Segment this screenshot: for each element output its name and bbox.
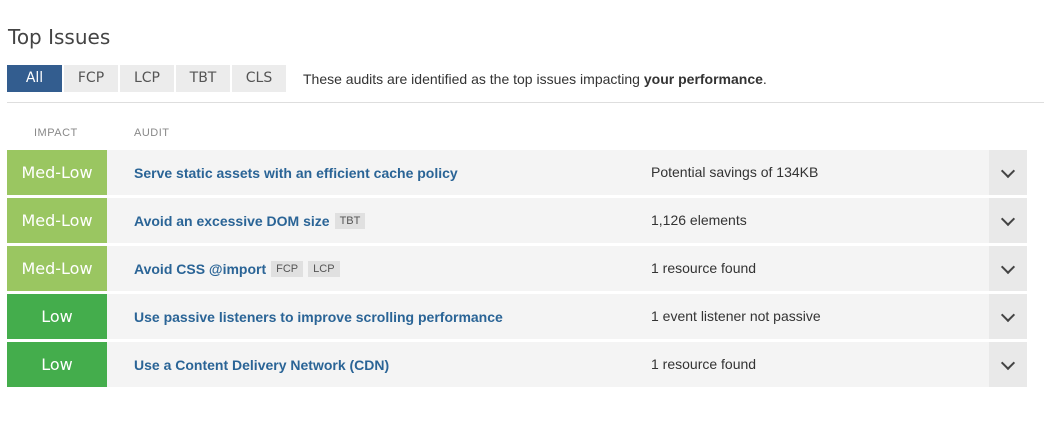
audit-detail: 1,126 elements bbox=[651, 212, 747, 228]
impact-column-header: IMPACT bbox=[34, 127, 78, 139]
table-row[interactable]: Low Use passive listeners to improve scro… bbox=[7, 294, 1027, 339]
divider bbox=[7, 102, 1044, 103]
audit-detail: 1 resource found bbox=[651, 356, 757, 372]
table-row[interactable]: Med-Low Avoid an excessive DOM size TBT 1,1… bbox=[7, 198, 1027, 243]
page-title: Top Issues bbox=[8, 25, 111, 49]
audit-title: Serve static assets with an efficient ca… bbox=[134, 164, 458, 181]
impact-badge: Low bbox=[7, 294, 107, 339]
impact-badge: Med-Low bbox=[7, 246, 107, 291]
chevron-down-icon bbox=[1000, 259, 1016, 274]
impact-badge: Med-Low bbox=[7, 150, 107, 195]
expand-button[interactable] bbox=[989, 150, 1027, 195]
metric-tag: TBT bbox=[334, 212, 366, 229]
metric-tag: FCP bbox=[271, 260, 304, 277]
audit-link[interactable]: Avoid an excessive DOM size TBT bbox=[134, 198, 366, 243]
audit-title: Avoid an excessive DOM size bbox=[134, 212, 330, 229]
expand-button[interactable] bbox=[989, 342, 1027, 387]
expand-button[interactable] bbox=[989, 246, 1027, 291]
audit-title: Use a Content Delivery Network (CDN) bbox=[134, 356, 390, 373]
tab-description-suffix: . bbox=[762, 70, 767, 87]
chevron-down-icon bbox=[1000, 211, 1016, 226]
tab-lcp[interactable]: LCP bbox=[120, 65, 174, 92]
filter-tabs: All FCP LCP TBT CLS These audits are ide… bbox=[7, 65, 767, 92]
audit-title: Use passive listeners to improve scrolli… bbox=[134, 308, 503, 325]
audit-detail: 1 resource found bbox=[651, 260, 757, 276]
expand-button[interactable] bbox=[989, 198, 1027, 243]
tab-tbt[interactable]: TBT bbox=[176, 65, 230, 92]
issues-table: Med-Low Serve static assets with an effic… bbox=[7, 150, 1027, 390]
tab-cls[interactable]: CLS bbox=[232, 65, 286, 92]
audit-column-header: AUDIT bbox=[134, 127, 170, 139]
tab-description: These audits are identified as the top i… bbox=[303, 71, 767, 87]
table-row[interactable]: Med-Low Avoid CSS @import FCP LCP 1 resource… bbox=[7, 246, 1027, 291]
table-row[interactable]: Low Use a Content Delivery Network (CDN) 1… bbox=[7, 342, 1027, 387]
metric-tag: LCP bbox=[308, 260, 340, 277]
chevron-down-icon bbox=[1000, 163, 1016, 178]
chevron-down-icon bbox=[1000, 307, 1016, 322]
audit-link[interactable]: Serve static assets with an efficient ca… bbox=[134, 150, 458, 195]
audit-link[interactable]: Use passive listeners to improve scrolli… bbox=[134, 294, 503, 339]
expand-button[interactable] bbox=[989, 294, 1027, 339]
tab-all[interactable]: All bbox=[7, 65, 62, 92]
audit-link[interactable]: Avoid CSS @import FCP LCP bbox=[134, 246, 340, 291]
impact-badge: Low bbox=[7, 342, 107, 387]
impact-badge: Med-Low bbox=[7, 198, 107, 243]
tab-description-emphasis: your performance bbox=[643, 70, 763, 87]
audit-detail: 1 event listener not passive bbox=[651, 308, 821, 324]
table-row[interactable]: Med-Low Serve static assets with an effic… bbox=[7, 150, 1027, 195]
tab-fcp[interactable]: FCP bbox=[64, 65, 118, 92]
chevron-down-icon bbox=[1000, 355, 1016, 370]
audit-detail: Potential savings of 134KB bbox=[651, 164, 819, 180]
tab-description-text: These audits are identified as the top i… bbox=[303, 70, 644, 87]
audit-link[interactable]: Use a Content Delivery Network (CDN) bbox=[134, 342, 389, 387]
audit-title: Avoid CSS @import bbox=[134, 260, 267, 277]
